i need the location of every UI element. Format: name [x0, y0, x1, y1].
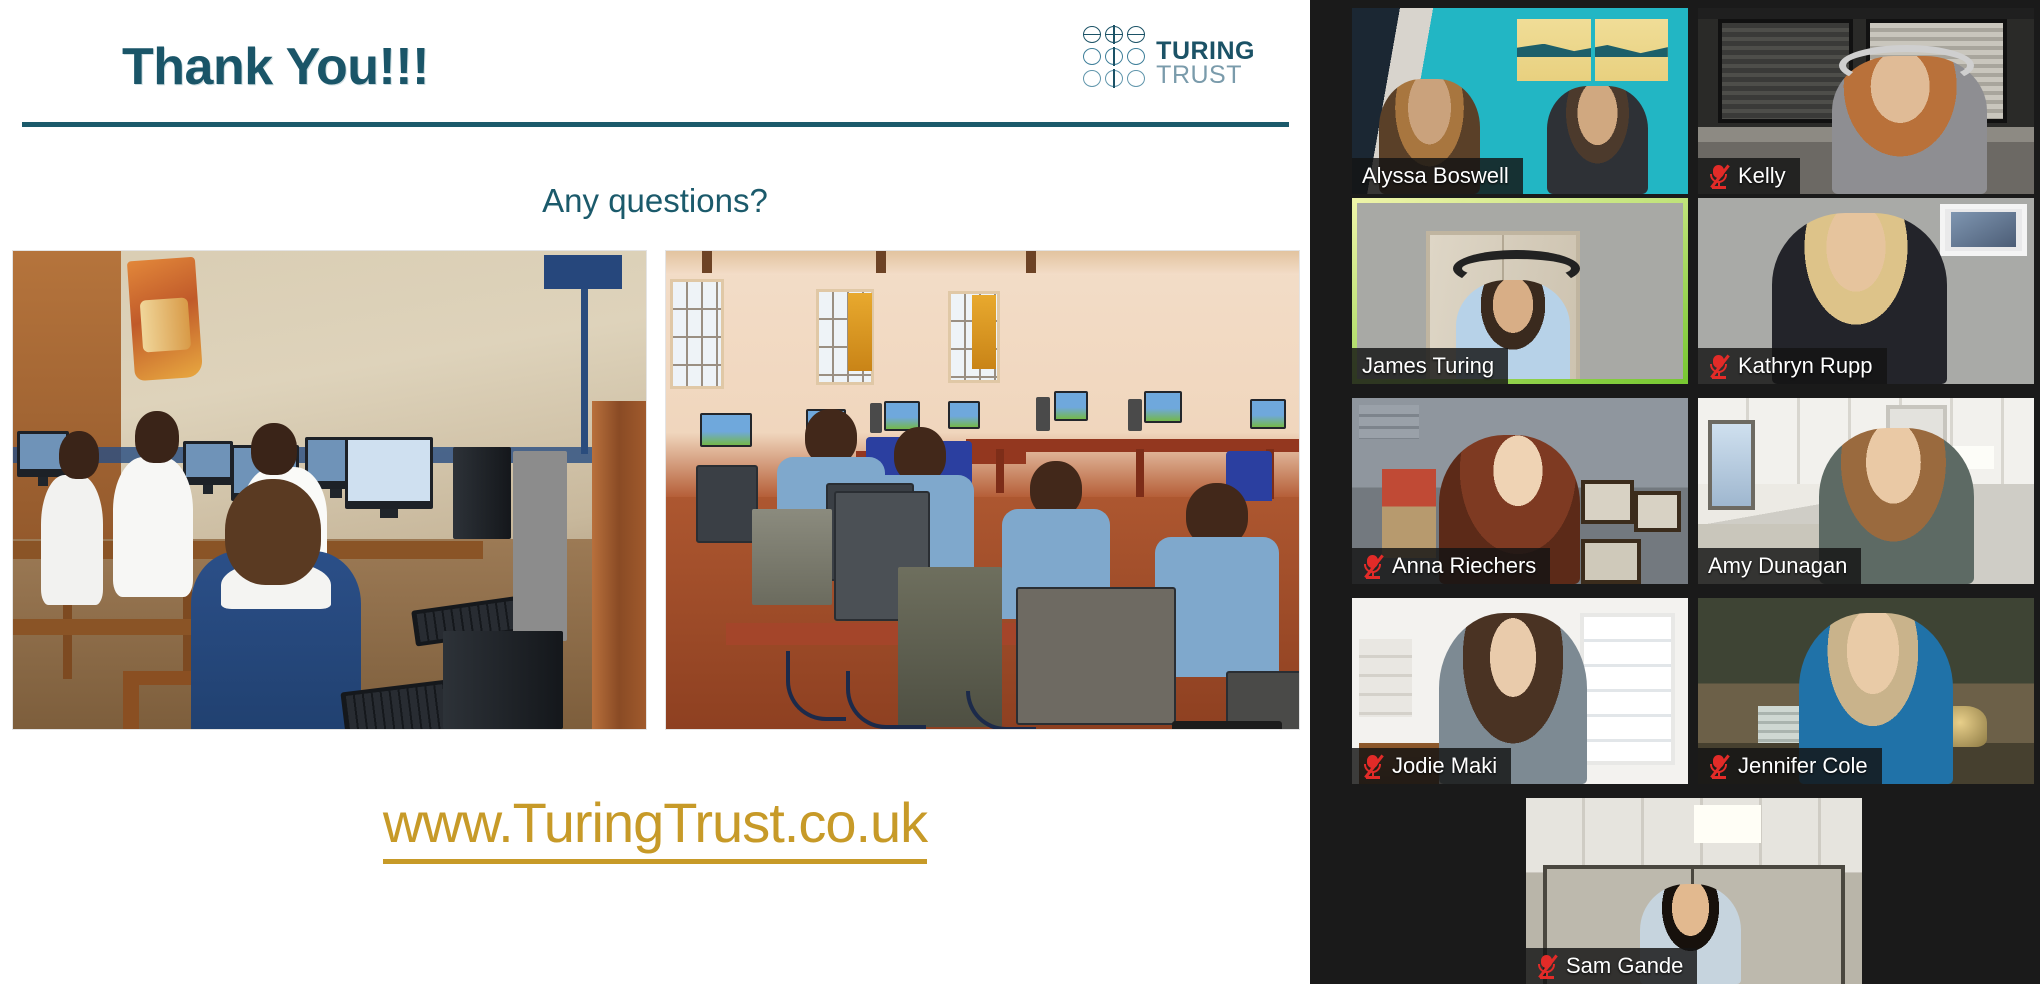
- participant-name-bar: Anna Riechers: [1352, 548, 1551, 584]
- logo-cell: [1104, 46, 1125, 67]
- participant-name: James Turing: [1362, 353, 1495, 378]
- participant-name: Kelly: [1738, 163, 1786, 188]
- muted-microphone-icon: [1362, 753, 1384, 779]
- screen-share-stage: Thank You!!! TURING TRUST Any questions?…: [0, 0, 1310, 984]
- muted-microphone-icon: [1536, 953, 1558, 979]
- logo-word-turing: TURING: [1156, 36, 1255, 65]
- slide-title: Thank You!!!: [122, 38, 429, 96]
- logo-cell: [1082, 46, 1103, 67]
- logo-cell: [1126, 24, 1147, 45]
- meeting-window: Thank You!!! TURING TRUST Any questions?…: [0, 0, 2040, 984]
- slide-subtitle: Any questions?: [542, 182, 768, 219]
- classroom-photo-left: [12, 250, 647, 730]
- participant-tile[interactable]: Anna Riechers: [1352, 398, 1688, 584]
- logo-cell: [1104, 68, 1125, 89]
- participant-tile[interactable]: Jodie Maki: [1352, 598, 1688, 784]
- participant-name: Sam Gande: [1566, 953, 1684, 978]
- participant-name: Jennifer Cole: [1738, 753, 1868, 778]
- participant-name: Jodie Maki: [1392, 753, 1498, 778]
- title-divider: [22, 122, 1289, 127]
- computer-lab-photo-right: [665, 250, 1300, 730]
- logo-circles-icon: [1082, 24, 1147, 89]
- participant-tile[interactable]: Amy Dunagan: [1698, 398, 2034, 584]
- participant-name: Alyssa Boswell: [1362, 163, 1509, 188]
- participant-name-bar: Kelly: [1698, 158, 1800, 194]
- turing-trust-website-link[interactable]: www.TuringTrust.co.uk: [382, 790, 928, 864]
- logo-cell: [1082, 24, 1103, 45]
- muted-microphone-icon: [1708, 163, 1730, 189]
- logo-cell: [1126, 68, 1147, 89]
- logo-wordmark: TURING TRUST: [1156, 26, 1255, 88]
- participant-tile[interactable]: Sam Gande: [1526, 798, 1862, 984]
- participant-name-bar: Jodie Maki: [1352, 748, 1512, 784]
- slide-photo-row: [12, 250, 1300, 730]
- participant-name: Amy Dunagan: [1708, 553, 1848, 578]
- participant-tile-active-speaker[interactable]: James Turing: [1352, 198, 1688, 384]
- participant-tile[interactable]: Kathryn Rupp: [1698, 198, 2034, 384]
- logo-cell: [1104, 24, 1125, 45]
- participant-name-bar: Kathryn Rupp: [1698, 348, 1887, 384]
- logo-word-trust: TRUST: [1156, 61, 1242, 89]
- participant-name-bar: James Turing: [1352, 348, 1509, 384]
- muted-microphone-icon: [1708, 353, 1730, 379]
- participant-name-bar: Sam Gande: [1526, 948, 1698, 984]
- participant-name-bar: Jennifer Cole: [1698, 748, 1882, 784]
- logo-cell: [1082, 68, 1103, 89]
- participant-name: Kathryn Rupp: [1738, 353, 1873, 378]
- logo-cell: [1126, 46, 1147, 67]
- turing-trust-logo: TURING TRUST: [1082, 24, 1255, 89]
- participant-name-bar: Amy Dunagan: [1698, 548, 1862, 584]
- participant-name: Anna Riechers: [1392, 553, 1537, 578]
- participant-tile[interactable]: Jennifer Cole: [1698, 598, 2034, 784]
- muted-microphone-icon: [1362, 553, 1384, 579]
- muted-microphone-icon: [1708, 753, 1730, 779]
- participant-tile[interactable]: Kelly: [1698, 8, 2034, 194]
- participant-filmstrip[interactable]: Alyssa Boswell Kelly James Turing Kathry…: [1310, 0, 2040, 984]
- participant-name-bar: Alyssa Boswell: [1352, 158, 1523, 194]
- participant-tile[interactable]: Alyssa Boswell: [1352, 8, 1688, 194]
- presentation-slide: Thank You!!! TURING TRUST Any questions?…: [0, 0, 1310, 984]
- slide-link-row: www.TuringTrust.co.uk: [0, 790, 1310, 864]
